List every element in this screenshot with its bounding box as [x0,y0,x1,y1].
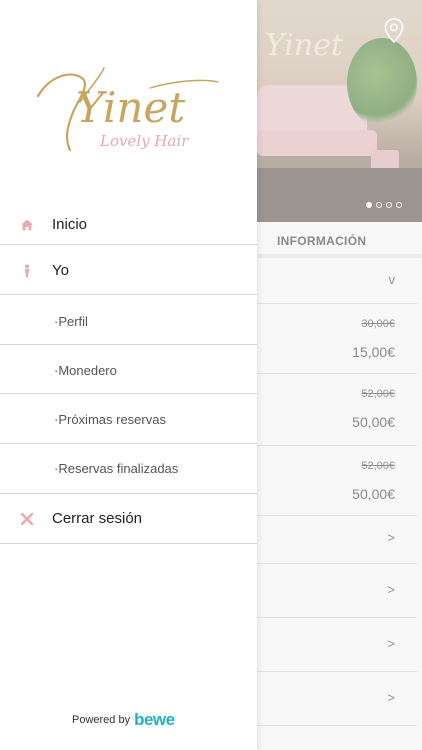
bewe-logo[interactable]: bewe [134,710,175,730]
salon-photo: Yinet [257,0,422,222]
tab-informacion-label: INFORMACIÓN [277,234,367,248]
navigation-drawer: Yinet Lovely Hair Inicio Yo ·Perfil ·Mon… [0,0,257,750]
plant [347,38,417,128]
menu-item-label: ·Monedero [54,363,117,378]
carousel-dots[interactable] [366,202,402,208]
menu-item-label: Inicio [52,216,88,233]
old-price: 52,00€ [361,388,395,400]
sofa-seat [257,130,377,156]
new-price: 50,00€ [352,486,395,502]
list-row[interactable]: > [257,564,417,618]
list-row[interactable]: > [257,672,417,726]
chevron-right-icon: > [387,582,395,597]
location-pin-icon[interactable] [384,18,404,44]
menu-item-label: ·Reservas finalizadas [54,461,179,476]
carousel-dot[interactable] [386,202,392,208]
carousel-dot[interactable] [366,202,372,208]
dropdown-row[interactable]: v [257,258,417,304]
app-screen: Yinet INFORMACIÓN v 30,00€ 15,00€ 52,00€… [0,0,422,750]
powered-by: Powered by bewe [72,710,175,730]
wall-sign: Yinet [265,28,344,63]
menu-item-label: ·Perfil [54,314,88,329]
chevron-right-icon: > [387,530,395,545]
menu-item-label: Cerrar sesión [52,510,143,527]
menu-item-inicio[interactable]: Inicio [0,204,257,245]
menu-item-proximas-reservas[interactable]: ·Próximas reservas [0,394,257,444]
close-icon [20,512,34,526]
carousel-dot[interactable] [376,202,382,208]
old-price: 52,00€ [361,460,395,472]
logo-graphic: Yinet Lovely Hair [36,67,219,152]
menu-item-label: ·Próximas reservas [54,412,166,427]
list-row[interactable]: > [257,516,417,564]
menu-item-monedero[interactable]: ·Monedero [0,345,257,394]
logo-tagline: Lovely Hair [99,132,189,150]
old-price: 30,00€ [361,318,395,330]
menu-item-cerrar-sesion[interactable]: Cerrar sesión [0,494,257,544]
list-row[interactable]: > [257,618,417,672]
menu-item-yo[interactable]: Yo [0,245,257,295]
menu-item-label: Yo [52,262,69,279]
background-app[interactable]: Yinet INFORMACIÓN v 30,00€ 15,00€ 52,00€… [257,0,422,750]
tab-informacion[interactable]: INFORMACIÓN [257,222,422,258]
new-price: 50,00€ [352,414,395,430]
home-icon [21,219,33,231]
menu-item-perfil[interactable]: ·Perfil [0,295,257,345]
chevron-right-icon: > [387,636,395,651]
new-price: 15,00€ [352,344,395,360]
service-price-row[interactable]: 52,00€ 50,00€ [257,374,417,446]
brand-logo: Yinet Lovely Hair [30,58,225,163]
carousel-dot[interactable] [396,202,402,208]
service-price-row[interactable]: 30,00€ 15,00€ [257,304,417,374]
menu-item-reservas-finalizadas[interactable]: ·Reservas finalizadas [0,444,257,494]
person-icon [24,264,30,278]
powered-by-label: Powered by [72,714,131,726]
chevron-right-icon: > [387,690,395,705]
service-price-row[interactable]: 52,00€ 50,00€ [257,446,417,516]
chevron-down-icon: v [388,272,396,287]
logo-wordmark: Yinet [76,83,185,132]
floor [257,168,422,222]
